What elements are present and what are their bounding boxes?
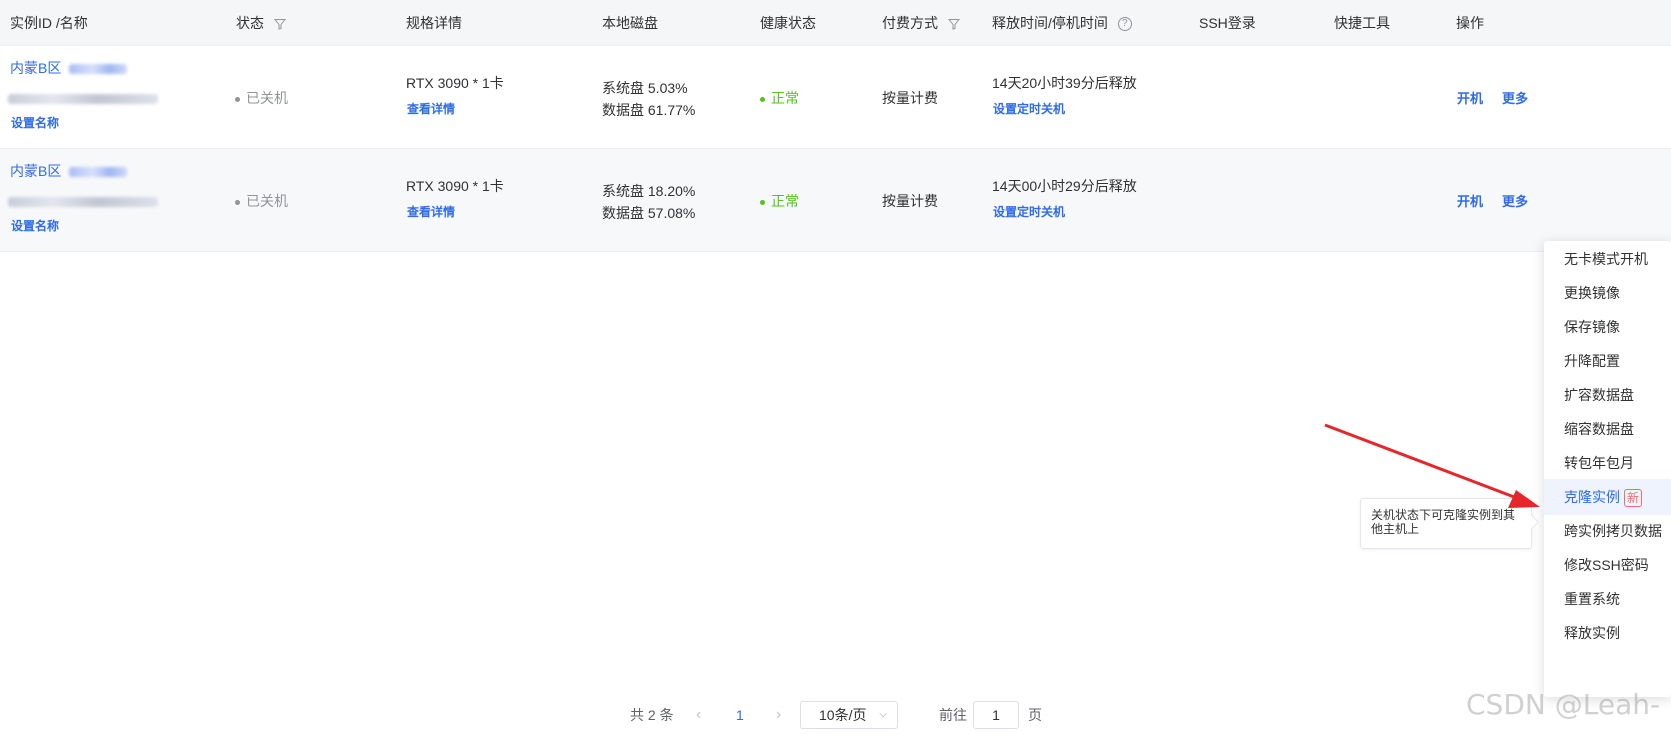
menu-item-cross-copy[interactable]: 跨实例拷贝数据	[1544, 513, 1671, 549]
more-button[interactable]: 更多	[1502, 88, 1528, 107]
instance-region-link[interactable]: 内蒙B区	[10, 60, 61, 76]
page-unit-label: 页	[1028, 707, 1042, 723]
instance-id-line[interactable]: 内蒙B区	[10, 163, 128, 179]
menu-item-resize-config[interactable]: 升降配置	[1544, 343, 1671, 379]
next-page-icon[interactable]: ›	[776, 700, 781, 730]
status-text: 已关机	[246, 90, 288, 106]
menu-item-monthly-plan[interactable]: 转包年包月	[1544, 445, 1671, 481]
menu-item-clone-instance[interactable]: 克隆实例新	[1544, 479, 1671, 515]
table-row: 内蒙B区 设置名称 已关机 RTX 3090 * 1卡 查看详情 系统盘 18.…	[0, 149, 1671, 252]
status-dot	[235, 199, 240, 205]
watermark: CSDN @Leah-	[1466, 688, 1661, 721]
system-disk-usage: 系统盘 18.20%	[602, 183, 696, 199]
header-release-label: 释放时间/停机时间	[992, 15, 1108, 31]
clone-instance-label: 克隆实例	[1564, 489, 1620, 505]
new-badge: 新	[1624, 489, 1643, 508]
header-disk: 本地磁盘	[602, 15, 658, 31]
health-dot	[760, 199, 765, 205]
chevron-down-icon: ⌵	[879, 709, 887, 720]
instance-name-redacted	[8, 90, 158, 106]
header-billing-label: 付费方式	[882, 15, 938, 31]
pagination-total: 共 2 条	[630, 707, 674, 723]
more-button[interactable]: 更多	[1502, 191, 1528, 210]
table-row: 内蒙B区 设置名称 已关机 RTX 3090 * 1卡 查看详情 系统盘 5.0…	[0, 46, 1671, 149]
status-text: 已关机	[246, 193, 288, 209]
view-detail-link[interactable]: 查看详情	[407, 100, 455, 117]
instance-region-link[interactable]: 内蒙B区	[10, 163, 61, 179]
health-dot	[760, 96, 765, 102]
header-tools: 快捷工具	[1334, 15, 1390, 31]
gpu-spec: RTX 3090 * 1卡	[406, 178, 504, 194]
header-spec: 规格详情	[406, 15, 462, 31]
clone-tooltip: 关机状态下可克隆实例到其他主机上	[1360, 498, 1540, 549]
header-health: 健康状态	[760, 15, 816, 31]
status-cell: 已关机	[235, 191, 288, 211]
filter-icon[interactable]	[947, 18, 960, 30]
set-timer-shutdown-link[interactable]: 设置定时关机	[993, 203, 1065, 220]
instance-name-redacted	[8, 193, 158, 209]
status-dot	[235, 96, 240, 102]
header-ops: 操作	[1456, 15, 1484, 31]
billing-mode: 按量计费	[882, 193, 938, 209]
header-status-label: 状态	[236, 15, 264, 31]
billing-mode: 按量计费	[882, 90, 938, 106]
help-icon[interactable]: ?	[1117, 17, 1132, 32]
tooltip-text: 关机状态下可克隆实例到其他主机上	[1371, 508, 1516, 536]
header-release: 释放时间/停机时间 ?	[992, 0, 1132, 46]
power-on-button[interactable]: 开机	[1457, 191, 1483, 210]
pagination: 共 2 条 ‹ 1 › 10条/页 ⌵ 前往 1 页	[0, 700, 1671, 730]
menu-item-shrink-disk[interactable]: 缩容数据盘	[1544, 411, 1671, 447]
set-name-link[interactable]: 设置名称	[11, 217, 59, 234]
health-cell: 正常	[760, 191, 799, 211]
power-on-button[interactable]: 开机	[1457, 88, 1483, 107]
menu-item-release-instance[interactable]: 释放实例	[1544, 615, 1671, 651]
table-header: 实例ID /名称 状态 规格详情 本地磁盘 健康状态 付费方式 释放时间/停机时…	[0, 0, 1671, 46]
header-status: 状态	[236, 0, 286, 46]
health-cell: 正常	[760, 88, 799, 108]
menu-item-save-image[interactable]: 保存镜像	[1544, 309, 1671, 345]
redacted-id	[69, 64, 128, 75]
instance-id-line[interactable]: 内蒙B区	[10, 60, 128, 76]
menu-item-ssh-password[interactable]: 修改SSH密码	[1544, 547, 1671, 583]
header-instance: 实例ID /名称	[10, 15, 88, 31]
data-disk-usage: 数据盘 57.08%	[602, 205, 696, 221]
set-name-link[interactable]: 设置名称	[11, 114, 59, 131]
page-size-select[interactable]: 10条/页 ⌵	[800, 701, 898, 729]
goto-label: 前往	[939, 707, 967, 723]
tooltip-arrow	[1524, 514, 1540, 530]
health-text: 正常	[771, 90, 799, 106]
release-time: 14天20小时39分后释放	[992, 75, 1137, 91]
redacted-name	[8, 197, 158, 208]
header-billing: 付费方式	[882, 0, 960, 46]
annotation-arrow-line	[1324, 423, 1523, 502]
menu-item-change-image[interactable]: 更换镜像	[1544, 275, 1671, 311]
status-cell: 已关机	[235, 88, 288, 108]
redacted-name	[8, 94, 158, 105]
set-timer-shutdown-link[interactable]: 设置定时关机	[993, 100, 1065, 117]
view-detail-link[interactable]: 查看详情	[407, 203, 455, 220]
prev-page-icon[interactable]: ‹	[696, 700, 701, 730]
data-disk-usage: 数据盘 61.77%	[602, 102, 696, 118]
menu-item-no-gpu-start[interactable]: 无卡模式开机	[1544, 241, 1671, 277]
redacted-id	[69, 167, 128, 178]
health-text: 正常	[771, 193, 799, 209]
header-ssh: SSH登录	[1199, 15, 1256, 31]
system-disk-usage: 系统盘 5.03%	[602, 80, 688, 96]
menu-item-reset-system[interactable]: 重置系统	[1544, 581, 1671, 617]
page-number-current[interactable]: 1	[736, 700, 744, 730]
page-size-value: 10条/页	[819, 707, 867, 723]
menu-item-expand-disk[interactable]: 扩容数据盘	[1544, 377, 1671, 413]
more-dropdown-menu: 无卡模式开机 更换镜像 保存镜像 升降配置 扩容数据盘 缩容数据盘 转包年包月 …	[1544, 241, 1671, 697]
gpu-spec: RTX 3090 * 1卡	[406, 75, 504, 91]
release-time: 14天00小时29分后释放	[992, 178, 1137, 194]
goto-page-input[interactable]: 1	[973, 701, 1019, 729]
filter-icon[interactable]	[273, 18, 286, 30]
